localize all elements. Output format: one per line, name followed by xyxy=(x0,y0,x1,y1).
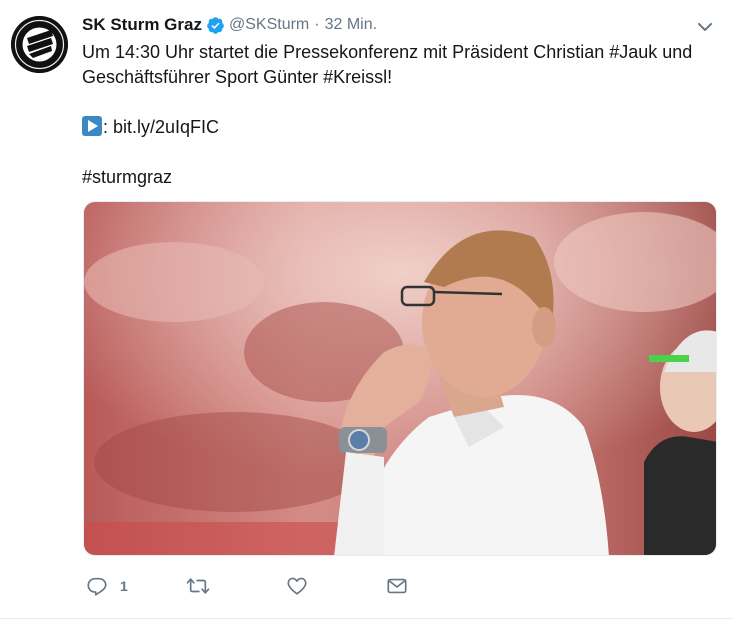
envelope-icon xyxy=(387,578,407,594)
reply-icon xyxy=(87,577,107,596)
play-button-emoji xyxy=(82,116,102,136)
direct-message-button[interactable] xyxy=(386,574,408,598)
tweet-actions: 1 xyxy=(82,574,442,598)
retweet-button[interactable] xyxy=(186,574,210,598)
heart-icon xyxy=(287,577,307,595)
tweet: SK Sturm Graz @SKSturm · 32 Min. Um 14:3… xyxy=(0,0,733,619)
hashtag-line: #sturmgraz xyxy=(82,165,712,190)
verified-badge-icon xyxy=(206,16,225,35)
avatar[interactable] xyxy=(11,16,68,73)
link-prefix: : xyxy=(103,117,114,137)
reply-button[interactable]: 1 xyxy=(86,574,128,598)
like-button[interactable] xyxy=(286,574,308,598)
handle[interactable]: @SKSturm xyxy=(229,16,309,34)
reply-count: 1 xyxy=(120,578,128,594)
display-name[interactable]: SK Sturm Graz xyxy=(82,15,202,35)
chevron-down-icon[interactable] xyxy=(694,16,716,38)
sturm-graz-logo xyxy=(11,16,68,73)
tweet-link[interactable]: bit.ly/2uIqFIC xyxy=(113,117,219,137)
hashtag-link[interactable]: #sturmgraz xyxy=(82,167,172,187)
tweet-text-line-1: Um 14:30 Uhr startet die Pressekonferenz… xyxy=(82,42,693,62)
tweet-header: SK Sturm Graz @SKSturm · 32 Min. xyxy=(82,13,377,37)
tweet-text: Um 14:30 Uhr startet die Pressekonferenz… xyxy=(82,40,712,190)
tweet-photo[interactable] xyxy=(83,201,717,556)
photo-man-white-shirt xyxy=(84,202,716,555)
separator-dot: · xyxy=(314,16,320,33)
tweet-link-line: : bit.ly/2uIqFIC xyxy=(82,115,712,140)
timestamp[interactable]: 32 Min. xyxy=(325,16,377,34)
tweet-text-line-2: Geschäftsführer Sport Günter #Kreissl! xyxy=(82,67,393,87)
retweet-icon xyxy=(186,578,210,594)
